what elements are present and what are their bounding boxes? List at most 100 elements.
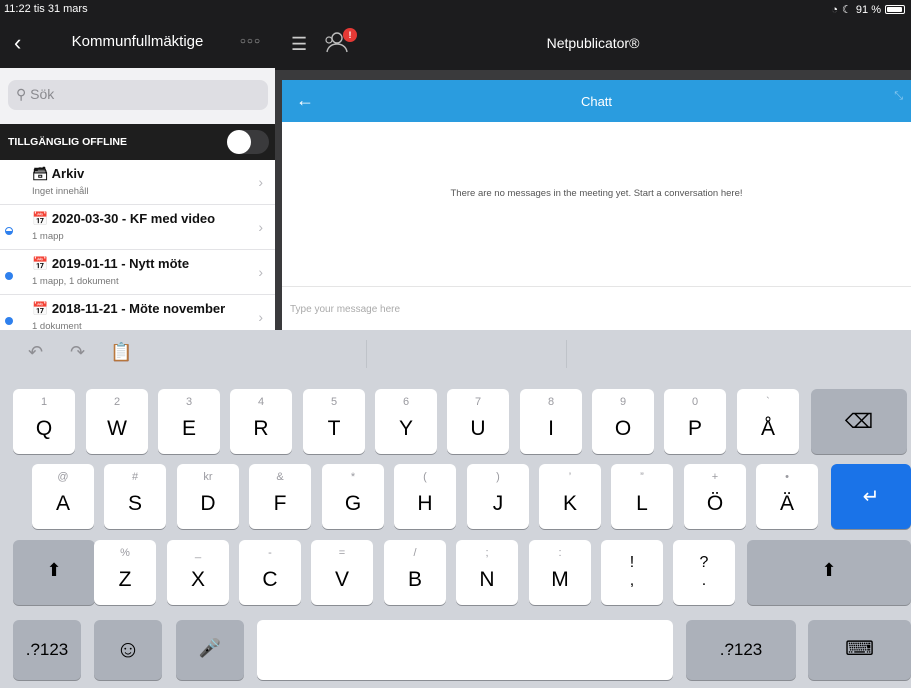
dictation-key[interactable]: 🎤 bbox=[176, 620, 244, 680]
left-panel: ‹ Kommunfullmäktige ○○○ ⚲ Sök TILLGÄNGLI… bbox=[0, 18, 275, 330]
offline-row: TILLGÄNGLIG OFFLINE bbox=[0, 124, 275, 160]
chevron-right-icon: › bbox=[258, 219, 263, 235]
chat-header: ← Chatt ⤡ bbox=[282, 80, 911, 122]
toggle-knob bbox=[227, 130, 251, 154]
key-a[interactable]: @ A bbox=[32, 464, 94, 529]
key-d[interactable]: kr D bbox=[177, 464, 239, 529]
collapse-icon[interactable]: ⤡ bbox=[894, 90, 903, 103]
paste-icon[interactable]: 📋 bbox=[110, 342, 132, 363]
list-item-title: 2018-11-21 - Möte november bbox=[51, 301, 226, 316]
key-l[interactable]: ” L bbox=[611, 464, 673, 529]
shift-icon: ⬆ bbox=[821, 560, 837, 580]
key-w[interactable]: 2W bbox=[86, 389, 148, 454]
key-j[interactable]: ) J bbox=[467, 464, 529, 529]
left-nav-bar: ‹ Kommunfullmäktige ○○○ bbox=[0, 18, 275, 68]
key-m[interactable]: :M bbox=[529, 540, 591, 605]
key-k[interactable]: ’ K bbox=[539, 464, 601, 529]
toolbar-divider bbox=[366, 340, 367, 368]
key-auml[interactable]: • Ä bbox=[756, 464, 818, 529]
moon-icon: ☾ bbox=[842, 4, 852, 16]
backspace-icon: ⌫ bbox=[844, 411, 874, 433]
status-dot-icon bbox=[5, 272, 13, 280]
list-item-subtitle: Inget innehåll bbox=[32, 186, 89, 197]
search-input[interactable]: ⚲ Sök bbox=[8, 80, 268, 110]
key-ouml[interactable]: + Ö bbox=[684, 464, 746, 529]
calendar-icon: 📅 bbox=[32, 211, 49, 226]
key-c[interactable]: -C bbox=[239, 540, 301, 605]
list-item-subtitle: 1 dokument bbox=[32, 321, 82, 330]
undo-icon[interactable]: ↶ bbox=[28, 342, 43, 363]
key-p[interactable]: 0P bbox=[664, 389, 726, 454]
key-period[interactable]: ?. bbox=[673, 540, 735, 605]
key-i[interactable]: 8I bbox=[520, 389, 582, 454]
emoji-key[interactable]: ☺ bbox=[94, 620, 162, 680]
emoji-icon: ☺ bbox=[115, 636, 141, 663]
search-area: ⚲ Sök bbox=[0, 68, 275, 124]
shift-icon: ⬆ bbox=[46, 560, 62, 580]
toolbar-divider bbox=[566, 340, 567, 368]
key-o[interactable]: 9O bbox=[592, 389, 654, 454]
key-e[interactable]: 3E bbox=[158, 389, 220, 454]
return-key[interactable]: ↵ bbox=[831, 464, 911, 529]
battery-icon bbox=[885, 5, 905, 14]
more-options-icon[interactable]: ○○○ bbox=[240, 36, 261, 47]
chat-title: Chatt bbox=[580, 94, 613, 109]
chevron-right-icon: › bbox=[258, 174, 263, 190]
status-dot-icon bbox=[5, 227, 13, 235]
search-icon: ⚲ bbox=[16, 86, 27, 102]
chat-panel: ← Chatt ⤡ There are no messages in the m… bbox=[282, 80, 911, 330]
key-n[interactable]: ; N bbox=[456, 540, 518, 605]
app-title: Netpublicator® bbox=[546, 35, 640, 51]
list-item-meeting[interactable]: 📅 2018-11-21 - Möte november 1 dokument … bbox=[0, 295, 275, 330]
key-aring[interactable]: ` Å bbox=[737, 389, 799, 454]
numbers-key-left[interactable]: .?123 bbox=[13, 620, 81, 680]
hide-keyboard-key[interactable]: ⌨ bbox=[808, 620, 911, 680]
message-input[interactable]: Type your message here bbox=[290, 304, 400, 315]
offline-label: TILLGÄNGLIG OFFLINE bbox=[8, 136, 127, 148]
archive-icon: 🗃 bbox=[32, 166, 49, 181]
key-h[interactable]: (H bbox=[394, 464, 456, 529]
key-u[interactable]: 7U bbox=[447, 389, 509, 454]
wifi-icon: ◔ bbox=[831, 3, 839, 16]
status-date: tis 31 mars bbox=[33, 3, 88, 15]
keyboard-hide-icon: ⌨ bbox=[845, 638, 874, 660]
shift-left-key[interactable]: ⬆ bbox=[13, 540, 95, 605]
meeting-list: 🗃 Arkiv Inget innehåll › 📅 2020-03-30 - … bbox=[0, 160, 275, 330]
calendar-icon: 📅 bbox=[32, 301, 49, 316]
key-q[interactable]: 1Q bbox=[13, 389, 75, 454]
key-f[interactable]: & F bbox=[249, 464, 311, 529]
search-placeholder: Sök bbox=[30, 86, 55, 102]
empty-chat-message: There are no messages in the meeting yet… bbox=[450, 188, 743, 199]
chevron-right-icon: › bbox=[258, 264, 263, 280]
list-item-title: 2020-03-30 - KF med video bbox=[51, 211, 216, 226]
key-g[interactable]: * G bbox=[322, 464, 384, 529]
list-item-title: 2019-01-11 - Nytt möte bbox=[51, 256, 190, 271]
divider bbox=[282, 286, 911, 287]
key-r[interactable]: 4R bbox=[230, 389, 292, 454]
list-item-meeting[interactable]: 📅 2020-03-30 - KF med video 1 mapp › bbox=[0, 205, 275, 250]
key-v[interactable]: = V bbox=[311, 540, 373, 605]
microphone-icon: 🎤 bbox=[198, 638, 222, 658]
numbers-key-right[interactable]: .?123 bbox=[686, 620, 796, 680]
status-bar: 11:22 tis 31 mars ◔ ☾ 91 % bbox=[0, 0, 911, 18]
status-dot-icon bbox=[5, 317, 13, 325]
delete-key[interactable]: ⌫ bbox=[811, 389, 907, 454]
key-z[interactable]: % Z bbox=[94, 540, 156, 605]
key-y[interactable]: 6Y bbox=[375, 389, 437, 454]
key-x[interactable]: _ X bbox=[167, 540, 229, 605]
key-t[interactable]: 5T bbox=[303, 389, 365, 454]
key-b[interactable]: / B bbox=[384, 540, 446, 605]
offline-toggle[interactable] bbox=[227, 130, 269, 154]
chevron-right-icon: › bbox=[258, 309, 263, 325]
redo-icon[interactable]: ↷ bbox=[70, 342, 85, 363]
status-time: 11:22 bbox=[4, 3, 31, 15]
key-comma[interactable]: !, bbox=[601, 540, 663, 605]
list-item-meeting[interactable]: 📅 2019-01-11 - Nytt möte 1 mapp, 1 dokum… bbox=[0, 250, 275, 295]
key-s[interactable]: # S bbox=[104, 464, 166, 529]
list-item-subtitle: 1 mapp, 1 dokument bbox=[32, 276, 119, 287]
list-item-arkiv[interactable]: 🗃 Arkiv Inget innehåll › bbox=[0, 160, 275, 205]
shift-right-key[interactable]: ⬆ bbox=[747, 540, 911, 605]
battery-percent: 91 % bbox=[855, 3, 881, 16]
return-icon: ↵ bbox=[862, 486, 880, 508]
space-key[interactable] bbox=[257, 620, 673, 680]
